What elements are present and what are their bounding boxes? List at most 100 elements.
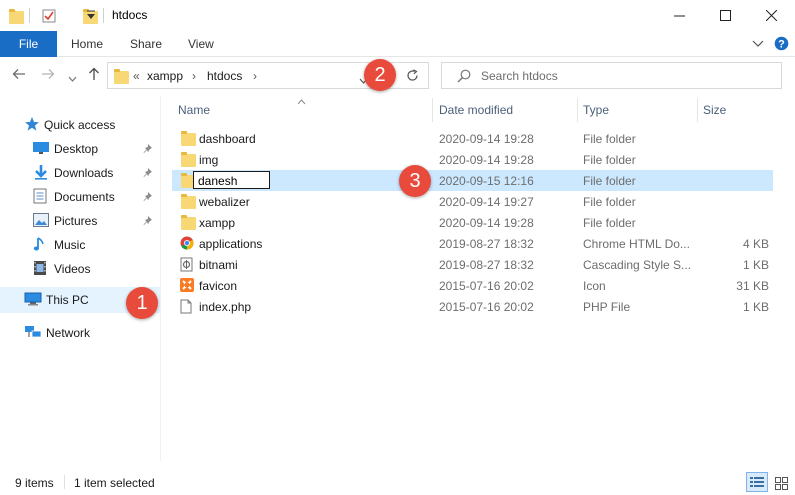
xampp-icon (180, 278, 194, 295)
folder-icon (181, 215, 196, 230)
file-type: Cascading Style S... (583, 258, 692, 272)
rename-input[interactable]: danesh (193, 171, 270, 189)
network-icon (24, 325, 46, 342)
sidebar-item-label: Documents (54, 190, 115, 204)
annotation-badge-1: 1 (126, 287, 158, 319)
pin-icon[interactable] (143, 192, 153, 205)
desktop-icon (33, 141, 54, 158)
navigation-pane: Quick access Desktop Downloads Documents… (0, 96, 160, 456)
selection-count: 1 item selected (74, 476, 155, 490)
column-header-label: Date modified (439, 103, 514, 117)
file-type: Chrome HTML Do... (583, 237, 690, 251)
file-row-bitnami[interactable]: bitnami 2019-08-27 18:32 Cascading Style… (172, 254, 773, 275)
file-size: 1 KB (742, 300, 769, 314)
video-icon (33, 260, 54, 279)
file-name: img (199, 153, 219, 167)
file-row-xampp[interactable]: xampp 2020-09-14 19:28 File folder (172, 212, 773, 233)
sidebar-item-label: Network (46, 326, 91, 340)
tab-file[interactable]: File (0, 31, 57, 57)
column-header-date[interactable]: Date modified (439, 98, 577, 122)
sidebar-item-label: This PC (46, 293, 89, 307)
refresh-icon[interactable] (406, 69, 419, 85)
search-input[interactable]: Search htdocs (481, 69, 558, 83)
folder-icon (181, 194, 196, 209)
chrome-icon (180, 236, 194, 253)
file-row-index-php[interactable]: index.php 2015-07-16 20:02 PHP File 1 KB (172, 296, 773, 317)
forward-button[interactable] (41, 67, 55, 84)
file-row-favicon[interactable]: favicon 2015-07-16 20:02 Icon 31 KB (172, 275, 773, 296)
search-icon (457, 69, 471, 86)
tab-home[interactable]: Home (71, 37, 103, 51)
file-date: 2019-08-27 18:32 (439, 258, 534, 272)
pin-icon[interactable] (143, 144, 153, 157)
sidebar-item-label: Quick access (44, 118, 116, 132)
file-type: File folder (583, 195, 636, 209)
file-size: 31 KB (736, 279, 769, 293)
file-date: 2015-07-16 20:02 (439, 279, 534, 293)
file-row-applications[interactable]: applications 2019-08-27 18:32 Chrome HTM… (172, 233, 773, 254)
minimize-button[interactable] (656, 0, 702, 31)
column-divider[interactable] (697, 98, 698, 122)
file-name: favicon (199, 279, 238, 293)
sidebar-item-pictures[interactable]: Pictures (33, 209, 97, 233)
chevron-right-icon[interactable]: › (192, 69, 196, 83)
column-header-name[interactable]: Name (178, 98, 431, 122)
large-icons-view-button[interactable] (772, 474, 790, 492)
search-box[interactable]: Search htdocs (441, 62, 782, 89)
file-type: Icon (583, 279, 606, 293)
file-row-danesh[interactable]: danesh 2020-09-15 12:16 File folder (172, 170, 773, 191)
pin-icon[interactable] (143, 168, 153, 181)
details-view-button[interactable] (746, 472, 768, 492)
maximize-button[interactable] (702, 0, 748, 31)
file-type: File folder (583, 174, 636, 188)
column-header-size[interactable]: Size (703, 98, 773, 122)
sidebar-item-desktop[interactable]: Desktop (33, 137, 98, 161)
file-date: 2020-09-14 19:27 (439, 195, 534, 209)
sidebar-item-documents[interactable]: Documents (33, 185, 115, 209)
divider (29, 8, 30, 23)
pane-splitter[interactable] (160, 96, 161, 461)
close-button[interactable] (748, 0, 794, 31)
document-icon (33, 188, 54, 207)
sidebar-item-label: Downloads (54, 166, 114, 180)
tab-view[interactable]: View (188, 37, 214, 51)
file-row-dashboard[interactable]: dashboard 2020-09-14 19:28 File folder (172, 128, 773, 149)
chevron-right-icon[interactable]: › (253, 69, 257, 83)
file-row-webalizer[interactable]: webalizer 2020-09-14 19:27 File folder (172, 191, 773, 212)
file-name: index.php (199, 300, 252, 314)
column-divider[interactable] (577, 98, 578, 122)
folder-icon (181, 131, 196, 146)
recent-locations-icon[interactable] (68, 70, 77, 86)
file-type: File folder (583, 132, 636, 146)
sidebar-item-network[interactable]: Network (24, 321, 90, 345)
file-size: 4 KB (742, 237, 769, 251)
sidebar-item-downloads[interactable]: Downloads (33, 161, 113, 185)
path-overflow-icon[interactable]: « (133, 69, 140, 83)
sidebar-item-videos[interactable]: Videos (33, 257, 90, 281)
expand-ribbon-icon[interactable] (752, 38, 764, 52)
file-date: 2020-09-15 12:16 (439, 174, 534, 188)
title-bar: htdocs (0, 0, 795, 31)
help-icon[interactable]: ? (774, 36, 789, 54)
sidebar-item-quick-access[interactable]: Quick access (24, 113, 115, 137)
tab-share[interactable]: Share (130, 37, 162, 51)
breadcrumb-htdocs[interactable]: htdocs (207, 69, 242, 83)
file-type: PHP File (583, 300, 631, 314)
pin-icon[interactable] (143, 216, 153, 229)
up-button[interactable] (87, 67, 101, 84)
sidebar-item-music[interactable]: Music (33, 233, 85, 257)
sidebar-item-label: Videos (54, 262, 91, 276)
computer-icon (0, 292, 46, 309)
file-type: File folder (583, 153, 636, 167)
column-divider[interactable] (432, 98, 433, 122)
properties-icon[interactable] (42, 9, 56, 26)
file-name: applications (199, 237, 263, 251)
folder-icon (181, 152, 196, 167)
file-row-img[interactable]: img 2020-09-14 19:28 File folder (172, 149, 773, 170)
quick-access-toolbar-dropdown-icon[interactable] (86, 9, 96, 24)
breadcrumb-xampp[interactable]: xampp (147, 69, 183, 83)
folder-icon (9, 9, 24, 24)
column-header-type[interactable]: Type (583, 98, 696, 122)
divider (64, 475, 65, 489)
back-button[interactable] (12, 67, 26, 84)
